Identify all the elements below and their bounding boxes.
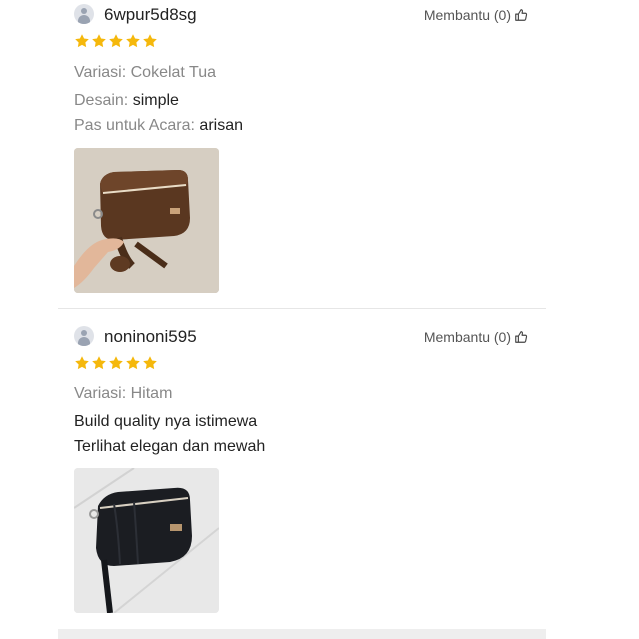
occasion-label: Pas untuk Acara:: [74, 117, 195, 134]
design-label: Desain:: [74, 92, 129, 109]
variation-line: Variasi: Cokelat Tua: [74, 64, 216, 82]
star-icon: [142, 33, 158, 49]
avatar[interactable]: [74, 326, 94, 346]
reviewer-username[interactable]: noninoni595: [104, 327, 197, 347]
brown-clutch-bag-photo: [74, 148, 219, 293]
star-rating: [74, 355, 159, 371]
occasion-value: arisan: [199, 117, 243, 134]
review-comment-line: Build quality nya istimewa: [74, 413, 258, 430]
star-icon: [91, 355, 107, 371]
star-icon: [91, 33, 107, 49]
star-icon: [142, 355, 158, 371]
star-icon: [74, 355, 90, 371]
star-icon: [108, 355, 124, 371]
variation-label: Variasi:: [74, 64, 127, 81]
helpful-label: Membantu (0): [423, 7, 511, 23]
review-comment-line: Terlihat elegan dan mewah: [74, 438, 266, 455]
helpful-button[interactable]: Membantu (0): [424, 329, 528, 345]
thumbs-up-icon: [515, 9, 528, 21]
helpful-label: Membantu (0): [423, 329, 511, 345]
variation-value: Cokelat Tua: [130, 64, 217, 81]
review-photo[interactable]: [74, 468, 219, 613]
design-line: Desain: simple: [74, 92, 179, 110]
reviewer-username[interactable]: 6wpur5d8sg: [104, 5, 197, 25]
review-photo[interactable]: [74, 148, 219, 293]
avatar[interactable]: [74, 4, 94, 24]
star-icon: [108, 33, 124, 49]
star-icon: [125, 33, 141, 49]
variation-line: Variasi: Hitam: [74, 385, 172, 403]
review-header: noninoni595 Membantu (0): [74, 326, 530, 348]
helpful-button[interactable]: Membantu (0): [424, 7, 528, 23]
review-card: 6wpur5d8sg Membantu (0) Variasi: Cokelat…: [58, 0, 546, 309]
review-card: noninoni595 Membantu (0) Variasi: Hitam …: [58, 322, 546, 622]
variation-value: Hitam: [130, 385, 173, 402]
review-header: 6wpur5d8sg Membantu (0): [74, 4, 530, 26]
star-icon: [125, 355, 141, 371]
black-clutch-bag-photo: [74, 468, 219, 613]
design-value: simple: [132, 92, 179, 109]
section-divider: [58, 629, 546, 639]
thumbs-up-icon: [515, 331, 528, 343]
variation-label: Variasi:: [74, 385, 127, 402]
star-icon: [74, 33, 90, 49]
star-rating: [74, 33, 159, 49]
occasion-line: Pas untuk Acara: arisan: [74, 117, 243, 135]
